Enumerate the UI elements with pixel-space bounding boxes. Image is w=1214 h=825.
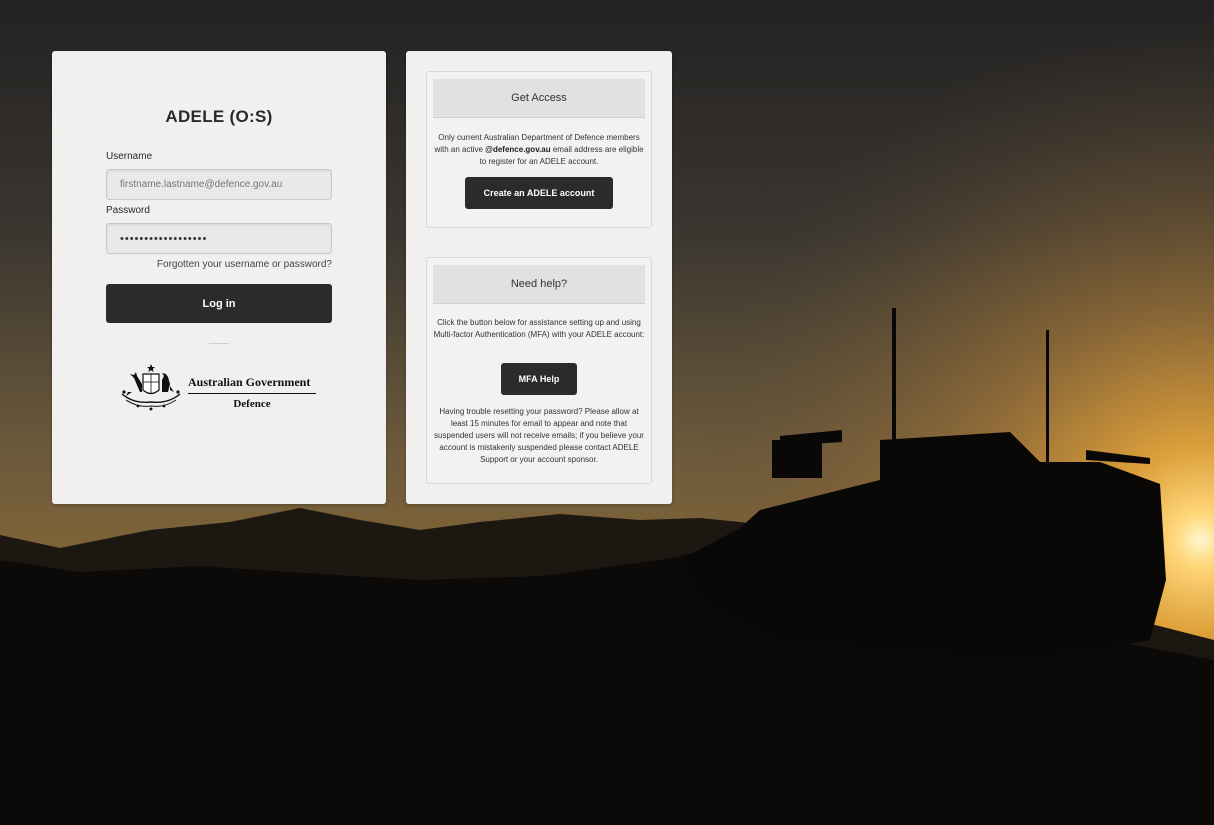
divider xyxy=(209,343,229,344)
password-input[interactable] xyxy=(106,223,332,254)
username-label: Username xyxy=(106,151,153,162)
logo-government-text: Australian Government xyxy=(188,375,311,389)
app-title: ADELE (O:S) xyxy=(165,107,273,126)
password-trouble-text: Having trouble resetting your password? … xyxy=(434,407,644,464)
password-label: Password xyxy=(106,205,150,216)
logo-rule xyxy=(188,393,316,394)
get-access-box: Get Access Only current Australian Depar… xyxy=(426,71,652,228)
commonwealth-coat-of-arms-icon xyxy=(121,364,181,411)
login-button[interactable]: Log in xyxy=(106,284,332,323)
get-access-heading: Get Access xyxy=(433,79,645,118)
defence-email-domain: @defence.gov.au xyxy=(485,145,551,154)
username-input[interactable] xyxy=(106,169,332,200)
need-help-heading: Need help? xyxy=(433,265,645,304)
mfa-intro-text: Click the button below for assistance se… xyxy=(433,318,645,339)
mfa-help-button[interactable]: MFA Help xyxy=(501,363,577,395)
login-panel: ADELE (O:S) Username Password Forgotten … xyxy=(52,51,386,504)
info-panel: Get Access Only current Australian Depar… xyxy=(406,51,672,504)
need-help-box: Need help? Click the button below for as… xyxy=(426,257,652,484)
australian-government-defence-logo: Australian Government Defence xyxy=(118,362,318,416)
forgot-credentials-link[interactable]: Forgotten your username or password? xyxy=(157,259,332,270)
create-account-button[interactable]: Create an ADELE account xyxy=(465,177,613,209)
logo-department-text: Defence xyxy=(233,398,271,410)
get-access-text: Only current Australian Department of De… xyxy=(433,132,645,168)
